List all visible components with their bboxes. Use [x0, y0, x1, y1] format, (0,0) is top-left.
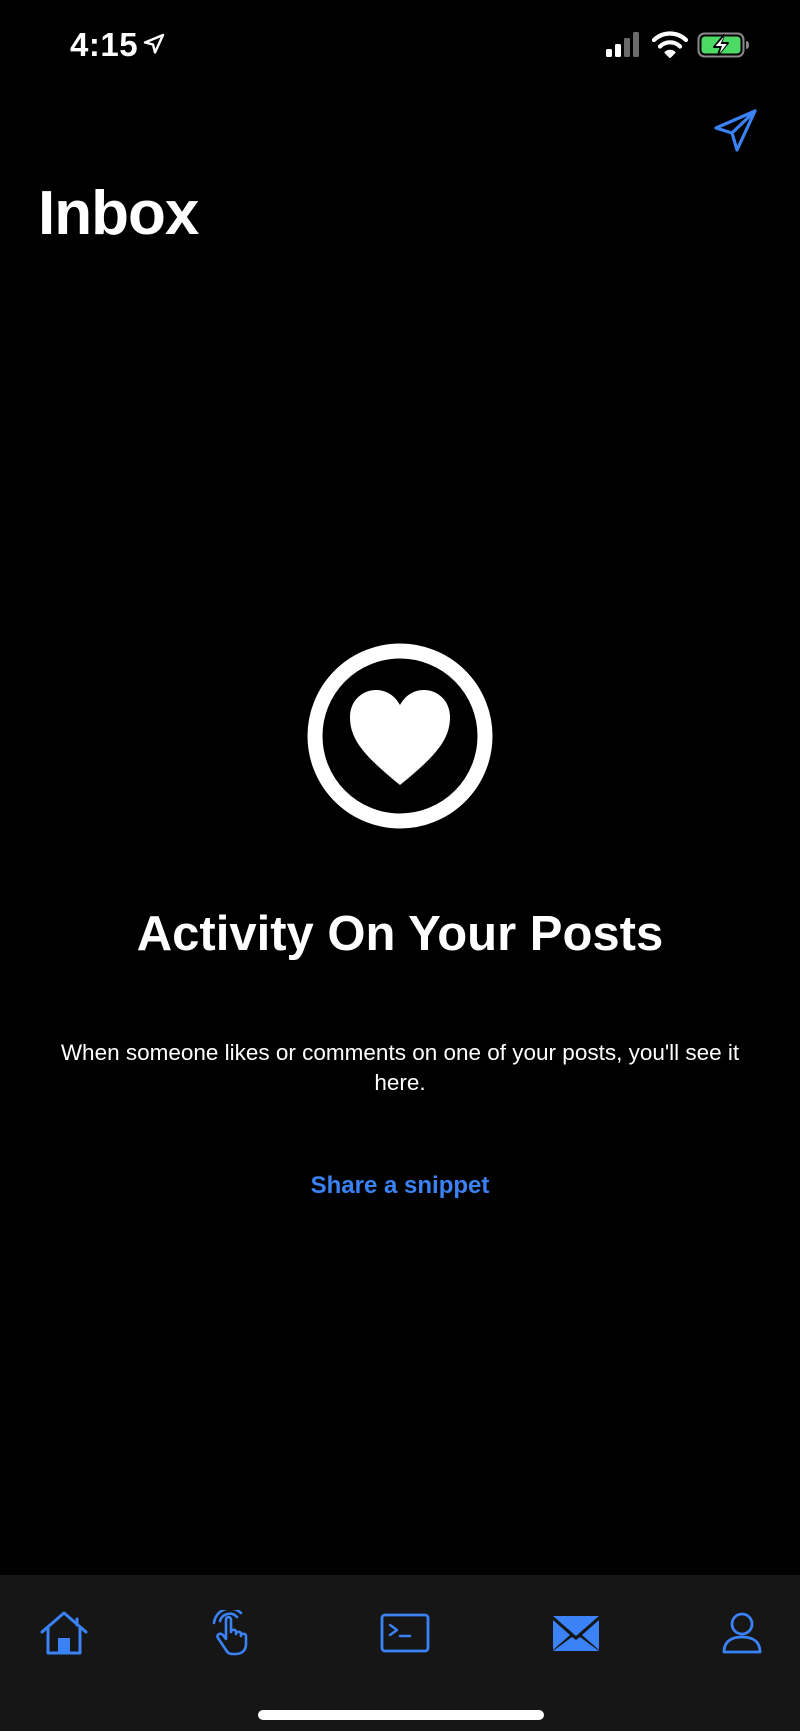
share-snippet-button[interactable]: Share a snippet: [0, 1172, 800, 1200]
status-time: 4:15: [70, 26, 139, 63]
page-title: Inbox: [38, 179, 199, 248]
tab-profile[interactable]: [712, 1605, 772, 1661]
battery-charging-icon: [697, 32, 749, 58]
tab-home[interactable]: [34, 1605, 94, 1661]
status-bar: 4:15: [0, 0, 800, 90]
tab-inbox[interactable]: [546, 1605, 606, 1661]
person-icon: [722, 1612, 762, 1654]
terminal-icon: [380, 1613, 430, 1653]
empty-state-title: Activity On Your Posts: [136, 907, 664, 961]
tab-terminal[interactable]: [375, 1605, 435, 1661]
tab-bar: [0, 1575, 800, 1731]
tab-snaps[interactable]: [205, 1605, 265, 1661]
home-icon: [40, 1611, 88, 1655]
wifi-icon: [652, 31, 688, 58]
paper-plane-icon[interactable]: [712, 106, 760, 154]
home-indicator[interactable]: [258, 1710, 544, 1720]
heart-circle-icon: [307, 643, 493, 829]
empty-state-description: When someone likes or comments on one of…: [60, 1040, 740, 1095]
envelope-icon: [553, 1616, 599, 1651]
hand-tap-icon: [212, 1610, 248, 1656]
location-arrow-icon: [143, 33, 165, 54]
cellular-signal-icon: [606, 32, 639, 57]
